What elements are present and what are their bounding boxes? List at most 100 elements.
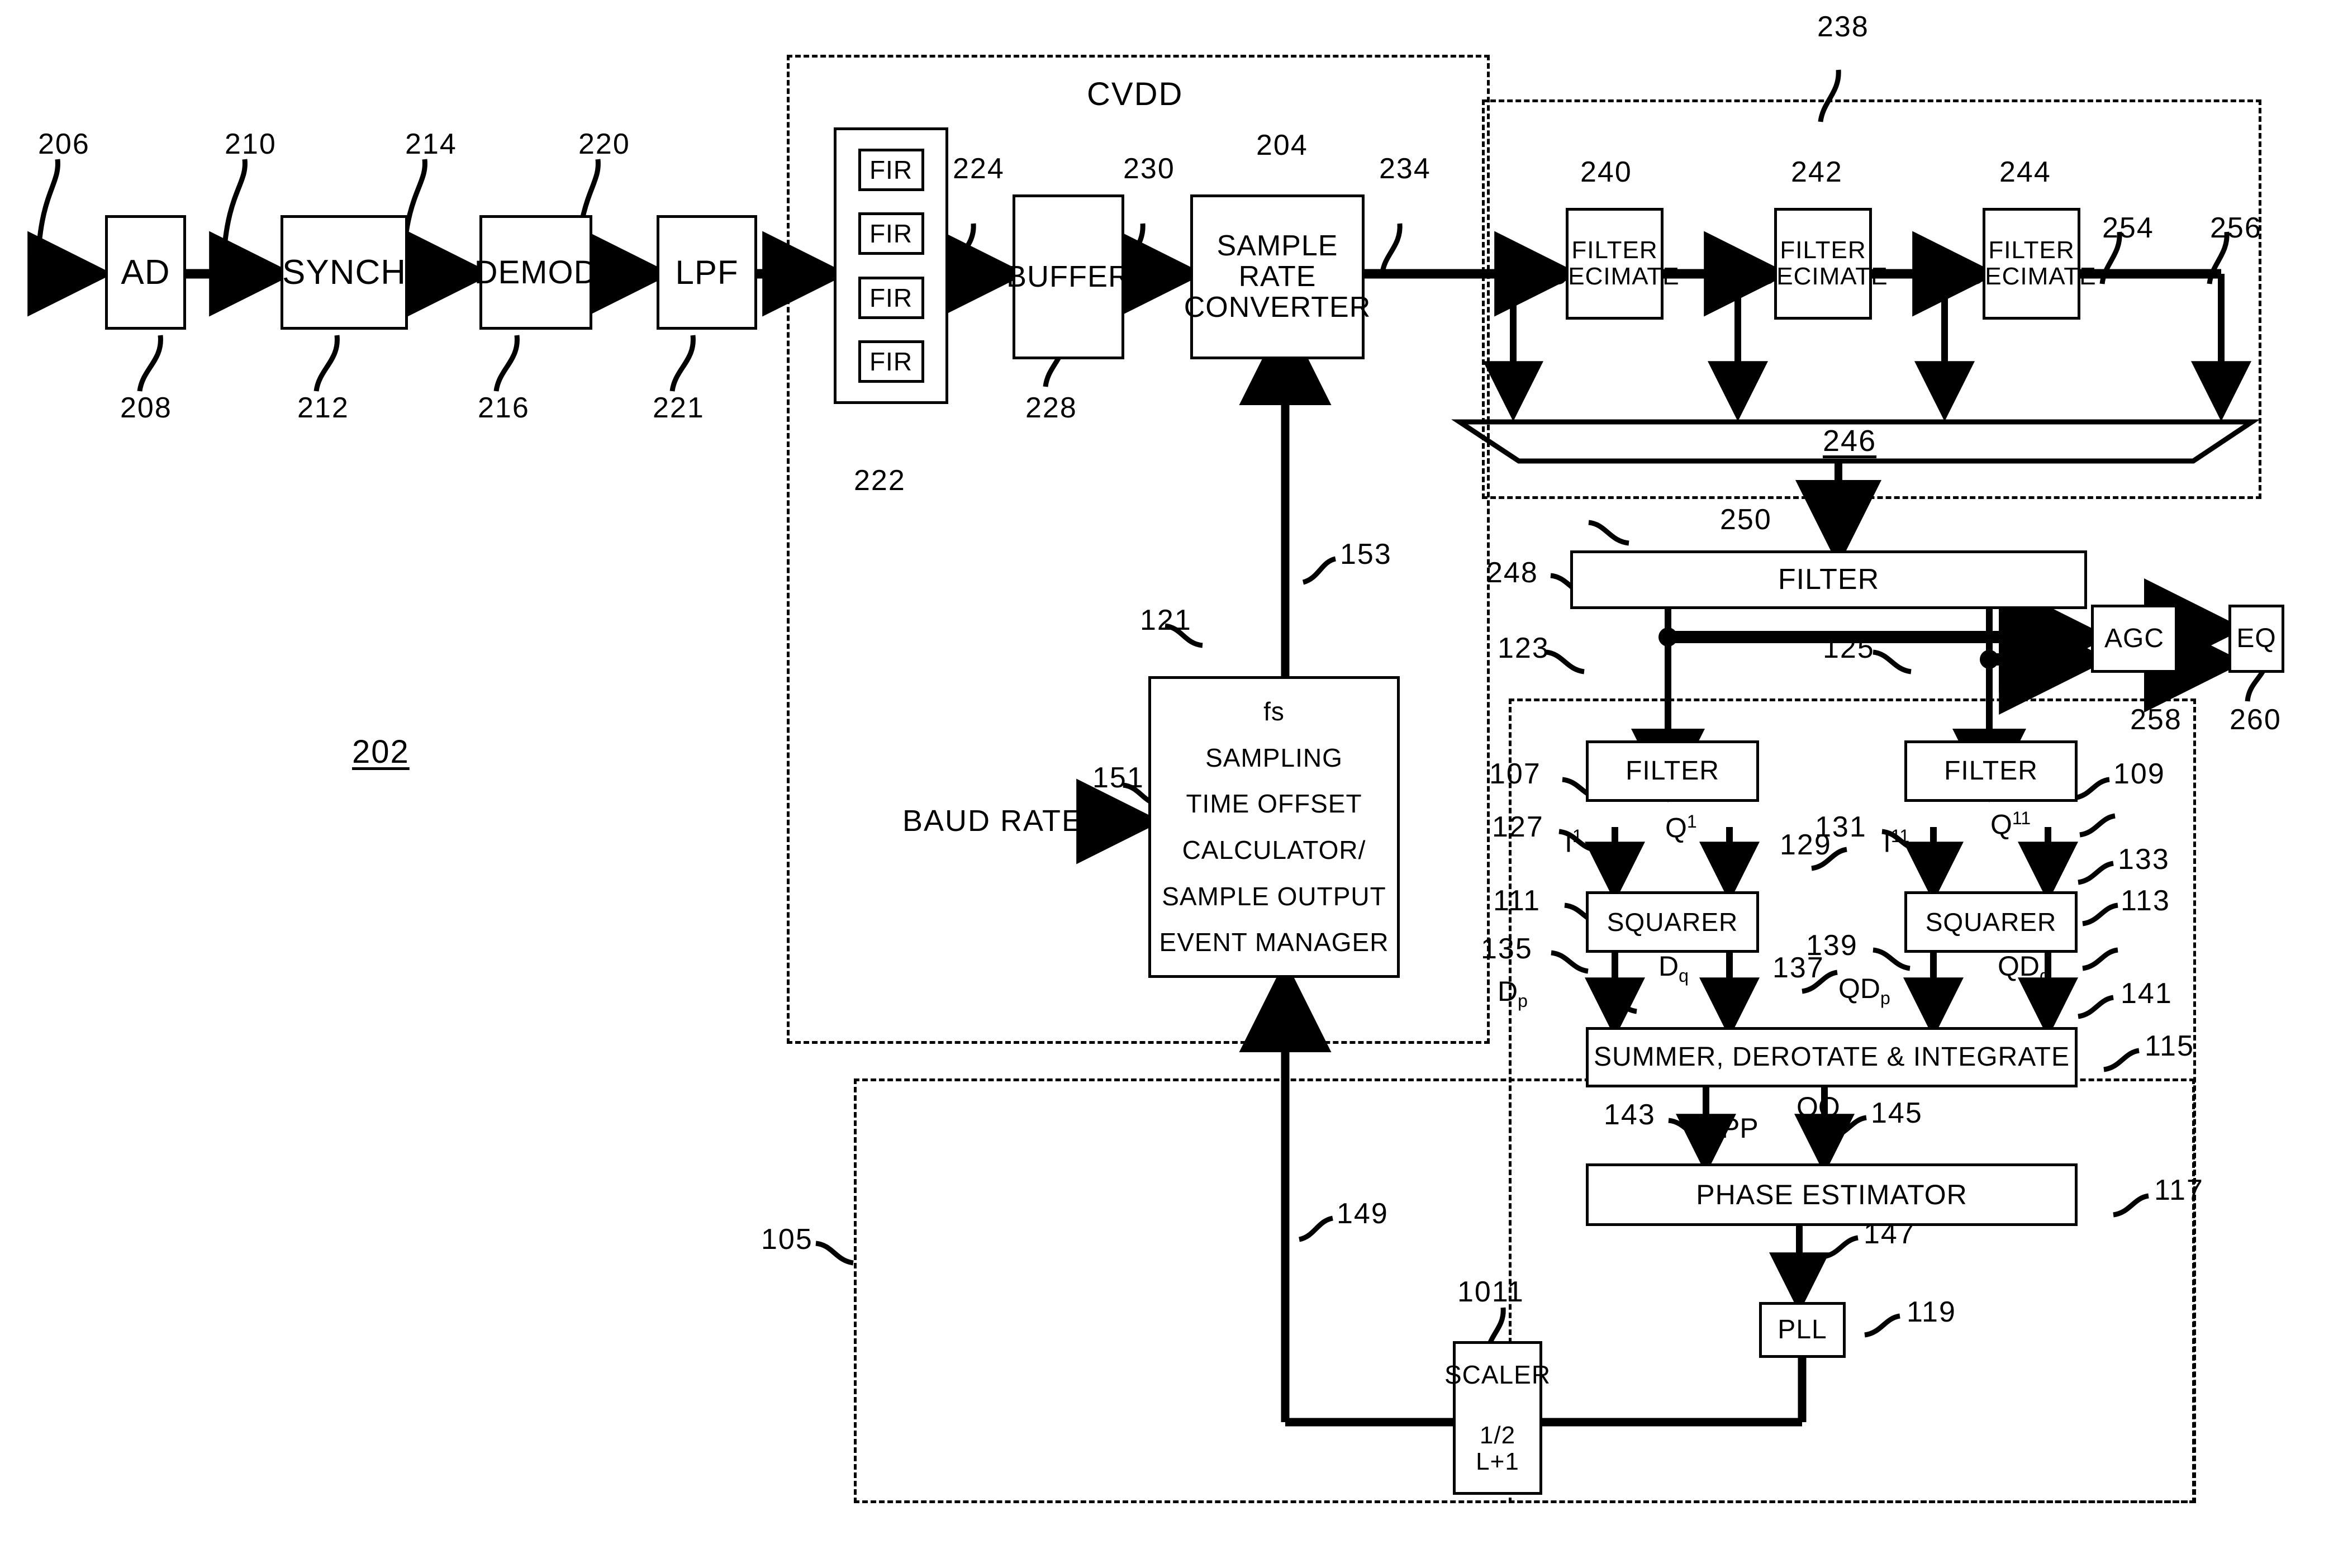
ref-242: 242 [1791, 156, 1843, 188]
fd242-line-1: FILTER [1780, 236, 1866, 264]
ref-1011: 1011 [1457, 1276, 1524, 1308]
block-agc[interactable]: AGC [2091, 605, 2178, 673]
filter248-label: FILTER [1778, 563, 1880, 596]
block-scaler[interactable]: SCALER 1/2 L+1 [1444, 1341, 1550, 1495]
block-buffer[interactable]: BUFFER [1006, 194, 1130, 359]
block-lpf-label: LPF [675, 253, 739, 291]
signal-qdq: QDq [1998, 951, 2050, 986]
block-synch[interactable]: SYNCH [281, 215, 408, 330]
ref-127: 127 [1492, 811, 1544, 843]
ref-113: 113 [2121, 885, 2170, 917]
ref-224: 224 [953, 153, 1005, 185]
ref-256: 256 [2210, 212, 2262, 244]
filter109-label: FILTER [1944, 756, 2038, 786]
ref-143: 143 [1604, 1099, 1656, 1131]
block-filter-248[interactable]: FILTER [1570, 550, 2087, 609]
signal-pp: PP [1721, 1113, 1759, 1144]
ref-228: 228 [1025, 392, 1077, 424]
src-line-1: SAMPLE [1216, 229, 1338, 262]
phase-estimator-label: PHASE ESTIMATOR [1696, 1179, 1967, 1210]
ref-230: 230 [1123, 153, 1175, 185]
ref-220: 220 [578, 128, 630, 160]
ref-250: 250 [1720, 503, 1772, 536]
block-demod[interactable]: DEMOD [474, 215, 597, 330]
block-demod-label: DEMOD [474, 254, 598, 291]
ref-208: 208 [120, 392, 172, 424]
ref-221: 221 [653, 392, 705, 424]
signal-i1: I1 [1565, 826, 1582, 858]
fd244-line-1: FILTER [1988, 236, 2075, 264]
block-filter-109[interactable]: FILTER [1904, 740, 2078, 802]
block-sampling-time-offset-calculator[interactable]: fs SAMPLING TIME OFFSET CALCULATOR/ SAMP… [1148, 676, 1400, 978]
summer-label: SUMMER, DEROTATE & INTEGRATE [1593, 1042, 2070, 1072]
signal-qdp: QDp [1838, 973, 1890, 1008]
ref-149: 149 [1337, 1198, 1389, 1230]
block-ad[interactable]: AD [105, 215, 186, 330]
ref-260: 260 [2230, 704, 2282, 736]
fir-label-2: FIR [869, 219, 913, 249]
signal-dq: Dq [1658, 951, 1689, 986]
block-buffer-label: BUFFER [1006, 259, 1130, 293]
ref-135: 135 [1481, 933, 1533, 965]
ref-141: 141 [2121, 977, 2173, 1010]
ref-133: 133 [2118, 843, 2170, 876]
pll-label: PLL [1778, 1314, 1827, 1344]
block-phase-estimator[interactable]: PHASE ESTIMATOR [1586, 1163, 2078, 1226]
block-filter-decimate-240[interactable]: FILTER DECIMATE [1550, 208, 1679, 320]
src-line-2: RATE [1238, 260, 1317, 293]
scaler-title-label: SCALER [1444, 1360, 1551, 1389]
ref-216: 216 [478, 392, 530, 424]
block-ad-label: AD [121, 253, 170, 292]
ref-139: 139 [1806, 929, 1858, 962]
squarer111-label: SQUARER [1607, 907, 1738, 937]
fir-block-1[interactable]: FIR [858, 149, 924, 192]
fir-block-4[interactable]: FIR [858, 340, 924, 383]
block-lpf[interactable]: LPF [657, 215, 757, 330]
stoc-line-5: EVENT MANAGER [1159, 928, 1389, 957]
agc-label: AGC [2104, 623, 2164, 653]
ref-238: 238 [1817, 11, 1869, 43]
fir-label-3: FIR [869, 283, 913, 312]
mux-label-246: 246 [1823, 424, 1877, 458]
fir-bank-222[interactable]: FIR FIR FIR FIR [834, 127, 948, 404]
ref-258: 258 [2130, 704, 2182, 736]
fir-block-3[interactable]: FIR [858, 276, 924, 319]
ref-204: 204 [1256, 129, 1308, 161]
filter107-label: FILTER [1626, 756, 1719, 786]
ref-222: 222 [854, 464, 906, 497]
block-filter-107[interactable]: FILTER [1586, 740, 1759, 802]
block-squarer-113[interactable]: SQUARER [1904, 891, 2078, 953]
block-sample-rate-converter[interactable]: SAMPLE RATE CONVERTER [1184, 194, 1370, 359]
stoc-line-4: SAMPLE OUTPUT [1162, 881, 1386, 911]
ref-210: 210 [225, 128, 277, 160]
ref-119: 119 [1907, 1296, 1956, 1328]
ref-145: 145 [1871, 1097, 1923, 1129]
ref-121: 121 [1140, 604, 1192, 636]
block-filter-decimate-244[interactable]: FILTER DECIMATE [1966, 208, 2096, 320]
block-summer-derotate-integrate[interactable]: SUMMER, DEROTATE & INTEGRATE [1586, 1027, 2078, 1087]
ref-107: 107 [1489, 758, 1541, 790]
signal-qq: QQ [1797, 1091, 1840, 1123]
block-filter-decimate-242[interactable]: FILTER DECIMATE [1758, 208, 1888, 320]
ref-244: 244 [1999, 156, 2051, 188]
squarer113-label: SQUARER [1925, 907, 2057, 937]
block-synch-label: SYNCH [282, 253, 407, 292]
fd242-line-2: DECIMATE [1758, 263, 1888, 290]
signal-q11: Q11 [1990, 808, 2031, 840]
ref-234: 234 [1379, 153, 1431, 185]
ref-206: 206 [38, 128, 90, 160]
src-line-3: CONVERTER [1184, 291, 1371, 324]
fir-label-1: FIR [869, 155, 913, 185]
ref-105: 105 [761, 1223, 813, 1256]
ref-131: 131 [1815, 811, 1867, 843]
fd240-line-2: DECIMATE [1550, 263, 1680, 290]
ref-111: 111 [1493, 885, 1541, 917]
signal-dp: Dp [1498, 976, 1528, 1011]
block-pll[interactable]: PLL [1759, 1302, 1846, 1358]
fir-block-2[interactable]: FIR [858, 212, 924, 255]
block-eq[interactable]: EQ [2228, 605, 2284, 673]
eq-label: EQ [2236, 623, 2277, 653]
stoc-line-3: CALCULATOR/ [1182, 835, 1366, 864]
ref-117: 117 [2154, 1174, 2204, 1206]
block-squarer-111[interactable]: SQUARER [1586, 891, 1759, 953]
